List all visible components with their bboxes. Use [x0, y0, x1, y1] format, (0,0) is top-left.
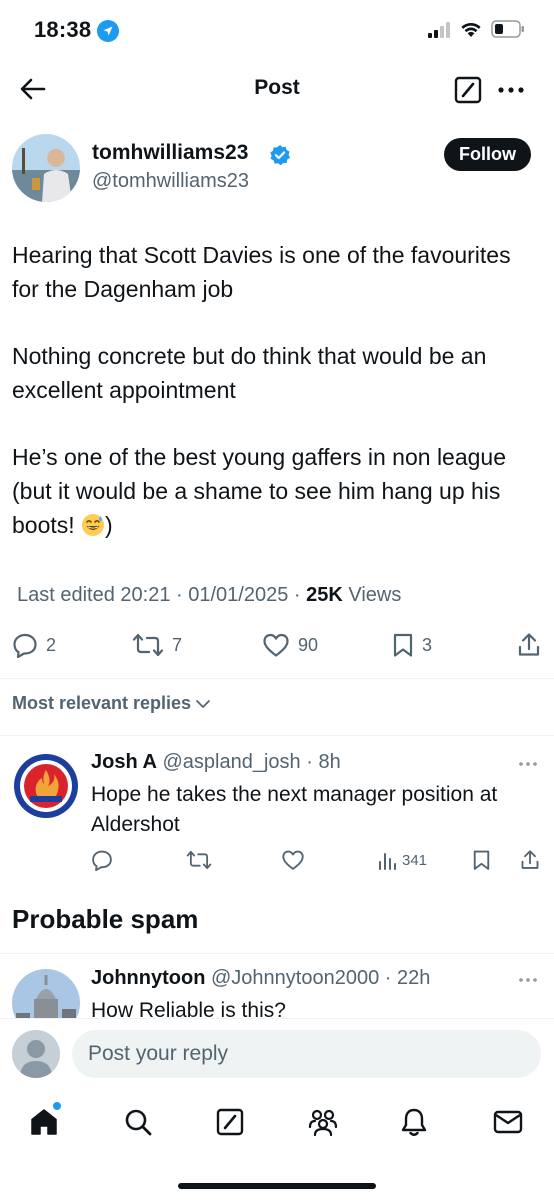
post-header: Post [0, 62, 554, 118]
divider [0, 678, 554, 679]
nav-grok[interactable] [212, 1104, 248, 1140]
reply-text: Hope he takes the next manager position … [91, 783, 498, 836]
bookmark-count: 3 [422, 634, 433, 655]
reply-author-handle[interactable]: @aspland_josh [163, 751, 301, 773]
author-handle[interactable]: @tomhwilliams23 [92, 170, 249, 193]
author-name[interactable]: tomhwilliams23 [92, 141, 248, 165]
nav-notifications[interactable] [396, 1104, 432, 1140]
replies-sort-label: Most relevant replies [12, 693, 192, 713]
wifi-icon [459, 20, 483, 38]
repost-icon [132, 633, 164, 657]
reply-bookmark-action[interactable] [472, 848, 491, 872]
notifications-icon [401, 1108, 427, 1136]
chevron-down-icon [196, 699, 210, 708]
reply-icon [13, 633, 37, 658]
more-options-icon [519, 762, 537, 766]
repost-icon [186, 850, 212, 870]
follow-button[interactable]: Follow [444, 138, 531, 171]
nav-messages[interactable] [490, 1104, 526, 1140]
more-options-button[interactable] [497, 84, 525, 96]
bookmark-icon [473, 850, 490, 870]
views-count: 25K [306, 584, 343, 606]
reply-views-action[interactable]: 341 [377, 848, 427, 872]
reply-more-button[interactable] [518, 760, 538, 768]
edited-timestamp[interactable]: Last edited 20:21 · 01/01/2025 [17, 584, 288, 606]
home-icon [31, 1109, 57, 1135]
spam-reply-more-button[interactable] [518, 976, 538, 984]
reply-avatar[interactable] [12, 752, 80, 820]
post-paragraph: Nothing concrete but do think that would… [12, 343, 487, 403]
more-options-icon [498, 87, 524, 93]
views-chart-icon [379, 853, 396, 870]
home-notification-dot [53, 1102, 61, 1110]
reply-share-action[interactable] [520, 848, 540, 872]
divider [0, 735, 554, 736]
author-avatar[interactable] [12, 134, 80, 202]
reply-composer [0, 1018, 554, 1090]
like-action[interactable]: 90 [262, 630, 318, 660]
user-avatar[interactable] [12, 1030, 60, 1078]
reply-input[interactable] [72, 1030, 541, 1078]
share-icon [521, 850, 539, 869]
spam-reply-author-name[interactable]: Johnnytoon [91, 967, 205, 989]
share-icon [518, 633, 540, 656]
reply-reply-action[interactable] [91, 848, 113, 872]
bookmark-action[interactable]: 3 [392, 630, 432, 660]
share-action[interactable] [517, 630, 541, 660]
sweat-smile-emoji [81, 513, 105, 537]
battery-icon [491, 20, 525, 38]
status-time: 18:38 [34, 17, 92, 42]
probable-spam-heading: Probable spam [12, 904, 199, 934]
verified-badge-icon [269, 144, 291, 166]
like-count: 90 [298, 634, 319, 655]
reply-repost-action[interactable] [186, 848, 212, 872]
reply-icon [92, 850, 112, 871]
views-label: Views [342, 584, 402, 606]
grok-icon [216, 1108, 244, 1136]
repost-action[interactable]: 7 [132, 630, 182, 660]
search-icon [125, 1109, 152, 1136]
back-arrow-icon [20, 78, 46, 100]
compose-icon [454, 76, 482, 104]
messages-icon [493, 1110, 523, 1134]
nav-communities[interactable] [305, 1104, 341, 1140]
post-text: Hearing that Scott Davies is one of the … [12, 238, 542, 575]
divider [0, 953, 554, 954]
communities-icon [308, 1109, 338, 1137]
spam-reply-header: Johnnytoon @Johnnytoon2000 · 22h [91, 967, 431, 989]
repost-count: 7 [172, 634, 183, 655]
spam-reply-time: 22h [397, 967, 431, 989]
reply-like-action[interactable] [281, 848, 305, 872]
home-indicator [178, 1183, 376, 1189]
reply-time: 8h [318, 751, 341, 773]
reply-views-count: 341 [402, 851, 428, 869]
post-paragraph: Hearing that Scott Davies is one of the … [12, 242, 511, 302]
back-button[interactable] [18, 76, 48, 102]
reply-action[interactable]: 2 [12, 630, 56, 660]
reply-header: Josh A @aspland_josh · 8h [91, 751, 341, 773]
more-options-icon [519, 978, 537, 982]
location-arrow-icon [97, 20, 119, 42]
post-paragraph: He’s one of the best young gaffers in no… [12, 444, 507, 538]
status-bar: 18:38 [0, 0, 554, 62]
reply-author-name[interactable]: Josh A [91, 751, 157, 773]
bookmark-icon [393, 633, 413, 657]
heart-icon [282, 850, 304, 870]
reply-count: 2 [46, 634, 57, 655]
spam-reply-author-handle[interactable]: @Johnnytoon2000 [211, 967, 379, 989]
replies-sort-dropdown[interactable]: Most relevant replies [12, 693, 211, 714]
heart-icon [263, 633, 289, 657]
post-metadata: Last edited 20:21 · 01/01/2025 · 25K Vie… [17, 584, 402, 606]
nav-search[interactable] [120, 1104, 156, 1140]
cellular-signal-icon [428, 22, 452, 38]
compose-button[interactable] [454, 76, 482, 104]
